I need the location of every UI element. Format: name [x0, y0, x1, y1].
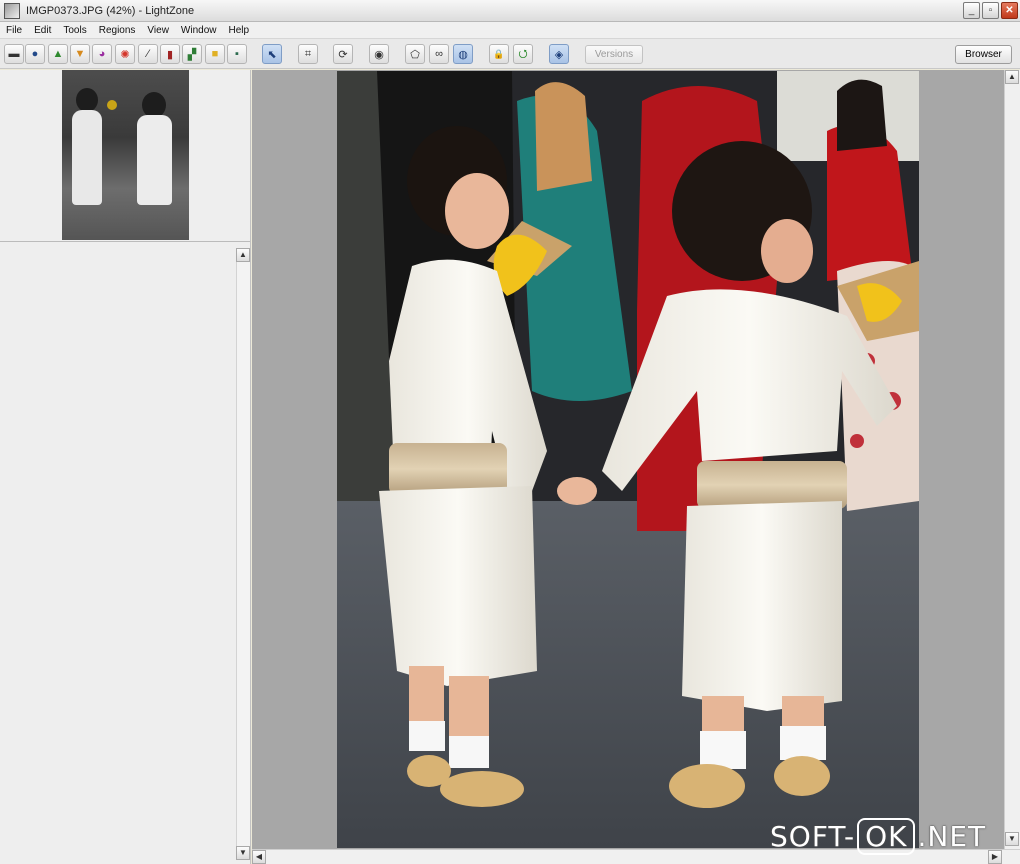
clone-icon[interactable]: ▮ [160, 44, 180, 64]
tool-stack-scrollbar[interactable]: ▲ ▼ [236, 248, 250, 860]
relight-icon[interactable]: ▞ [182, 44, 202, 64]
thumb-figure [137, 115, 172, 205]
lock-icon[interactable]: 🔒 [489, 44, 509, 64]
black-white-icon[interactable]: ■ [205, 44, 225, 64]
color-balance-icon[interactable]: ◕ [92, 44, 112, 64]
tool-stack: ▲ ▼ [0, 244, 250, 864]
close-button[interactable]: ✕ [1001, 2, 1018, 19]
menu-window[interactable]: Window [175, 25, 223, 36]
sharpen-icon[interactable]: ▲ [48, 44, 68, 64]
scroll-left-icon[interactable]: ◀ [252, 850, 266, 864]
white-balance-icon[interactable]: ⁄ [138, 44, 158, 64]
versions-button[interactable]: Versions [585, 45, 643, 64]
menu-edit[interactable]: Edit [28, 25, 57, 36]
thumb-figure [76, 88, 98, 112]
minimize-button[interactable]: _ [963, 2, 980, 19]
watermark-ok: OK [857, 818, 916, 855]
maximize-button[interactable]: ▫ [982, 2, 999, 19]
menu-regions[interactable]: Regions [93, 25, 142, 36]
scroll-down-icon[interactable]: ▼ [1005, 832, 1019, 846]
thumb-flower [107, 100, 117, 110]
title-bar: IMGP0373.JPG (42%) - LightZone _ ▫ ✕ [0, 0, 1020, 22]
preview-thumbnail[interactable] [62, 70, 189, 240]
scroll-up-icon[interactable]: ▲ [1005, 70, 1019, 84]
window-title: IMGP0373.JPG (42%) - LightZone [26, 4, 195, 17]
toolbar: ▬ ● ▲ ▼ ◕ ✺ ⁄ ▮ ▞ ■ ▪ ⬉ ⌗ ⟳ ◉ ⬠ ∞ ◍ 🔒 ⭯ … [0, 39, 1020, 69]
menu-bar: File Edit Tools Regions View Window Help [0, 22, 1020, 39]
menu-tools[interactable]: Tools [57, 25, 92, 36]
thumb-figure [72, 110, 102, 205]
hue-saturation-icon[interactable]: ✺ [115, 44, 135, 64]
watermark-left: SOFT- [770, 820, 856, 853]
eye-icon[interactable]: ◉ [369, 44, 389, 64]
watermark-right: .NET [917, 820, 987, 853]
browser-button[interactable]: Browser [955, 45, 1012, 64]
watermark: SOFT- OK .NET [770, 818, 986, 855]
rotate-icon[interactable]: ⟳ [333, 44, 353, 64]
scroll-down-icon[interactable]: ▼ [236, 846, 250, 860]
left-panel: ▲ ▼ [0, 70, 251, 864]
photo-image [337, 71, 919, 848]
polygon-region-icon[interactable]: ⬠ [405, 44, 425, 64]
noise-reduction-icon[interactable]: ▼ [70, 44, 90, 64]
spline-region-icon[interactable]: ◍ [453, 44, 473, 64]
scroll-up-icon[interactable]: ▲ [236, 248, 250, 262]
app-icon [4, 2, 20, 19]
crop-icon[interactable]: ⌗ [298, 44, 318, 64]
bezier-region-icon[interactable]: ∞ [429, 44, 449, 64]
filter-icon[interactable]: ▪ [227, 44, 247, 64]
window-controls: _ ▫ ✕ [963, 2, 1018, 19]
photo[interactable] [337, 71, 919, 848]
preview-pane [0, 70, 250, 242]
menu-view[interactable]: View [141, 25, 175, 36]
undo-icon[interactable]: ⭯ [513, 44, 533, 64]
image-canvas[interactable]: ▲ ▼ ◀ ▶ [252, 70, 1020, 864]
zone-mapper-icon[interactable]: ▬ [4, 44, 24, 64]
select-icon[interactable]: ⬉ [262, 44, 282, 64]
menu-help[interactable]: Help [223, 25, 256, 36]
tone-curve-icon[interactable]: ● [25, 44, 45, 64]
menu-file[interactable]: File [0, 25, 28, 36]
drop-icon[interactable]: ◈ [549, 44, 569, 64]
canvas-vertical-scrollbar[interactable]: ▲ ▼ [1004, 70, 1020, 850]
scroll-right-icon[interactable]: ▶ [988, 850, 1002, 864]
